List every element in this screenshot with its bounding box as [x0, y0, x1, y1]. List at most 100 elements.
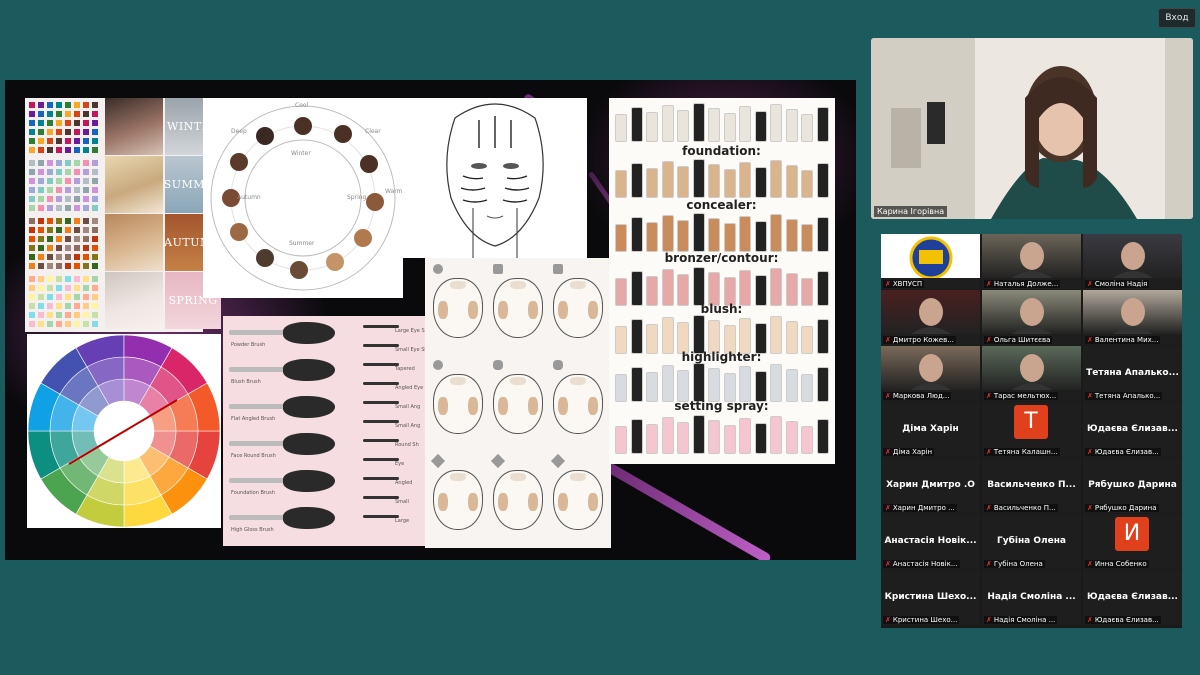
participant-tile[interactable]: Надія Смоліна ... ✗ Надія Смоліна ... — [982, 570, 1081, 625]
color-swatch — [83, 205, 89, 211]
enter-button[interactable]: Вход — [1158, 8, 1196, 28]
color-swatch — [83, 169, 89, 175]
brush — [363, 458, 399, 461]
participant-tile[interactable]: Т ✗ Тетяна Калашн... — [982, 402, 1081, 457]
product-item — [770, 214, 782, 252]
participant-tile[interactable]: Юдаєва Єлизав... ✗ Юдаєва Єлизав... — [1083, 570, 1182, 625]
product-item — [630, 367, 643, 402]
product-item — [785, 421, 798, 454]
color-swatch — [56, 236, 62, 242]
participant-tile[interactable]: ✗ Валентина Мих... — [1083, 290, 1182, 345]
product-item — [816, 107, 829, 142]
participant-tile[interactable]: Юдаєва Єлизав... ✗ Юдаєва Єлизав... — [1083, 402, 1182, 457]
participant-display-name: Юдаєва Єлизав... — [1087, 424, 1178, 434]
color-swatch — [47, 178, 53, 184]
participant-name-label: ✗ Рябушко Дарина — [1085, 504, 1159, 512]
color-swatch — [74, 321, 80, 327]
participant-tile[interactable]: Кристина Шехо... ✗ Кристина Шехо... — [881, 570, 980, 625]
section-label-concealer: concealer: — [686, 198, 757, 212]
presenter-video[interactable]: Карина Ігорівна — [871, 38, 1193, 219]
participant-tile[interactable]: ✗ Тарас мельтюх... — [982, 346, 1081, 401]
color-swatch — [74, 196, 80, 202]
product-item — [646, 168, 658, 198]
product-item — [661, 417, 674, 454]
product-item — [615, 374, 627, 402]
face-contour — [493, 278, 543, 338]
color-swatch — [83, 129, 89, 135]
product-item — [770, 160, 782, 198]
product-item — [692, 213, 705, 252]
color-swatch — [92, 196, 98, 202]
color-swatch — [65, 178, 71, 184]
organization-logo — [881, 234, 980, 280]
participant-tile[interactable]: Анастасія Новік... ✗ Анастасія Новік... — [881, 514, 980, 569]
brush — [363, 515, 399, 518]
participant-name: Дмитро Кожев... — [892, 336, 954, 344]
brush-head — [283, 470, 335, 492]
color-wheel-graphic — [27, 334, 221, 528]
product-item — [785, 165, 798, 198]
color-swatch — [83, 294, 89, 300]
product-item — [708, 218, 720, 252]
participant-tile[interactable]: ✗ Дмитро Кожев... — [881, 290, 980, 345]
participant-video — [982, 290, 1081, 334]
season-wheel-panel: Cool Winter Warm Spring Summer Autumn De… — [203, 98, 403, 298]
participant-tile[interactable]: Губіна Олена ✗ Губіна Олена — [982, 514, 1081, 569]
participant-tile[interactable]: ✗ Ольга Шитєєва — [982, 290, 1081, 345]
color-swatch — [47, 276, 53, 282]
participant-tile[interactable]: ✗ Маркова Люд... — [881, 346, 980, 401]
color-swatch — [92, 276, 98, 282]
participant-tile[interactable]: ✗ Наталья Долже... — [982, 234, 1081, 289]
presenter-photo — [871, 38, 1193, 219]
color-swatch — [65, 111, 71, 117]
color-swatch — [29, 294, 35, 300]
product-item — [739, 270, 751, 306]
muted-mic-icon: ✗ — [885, 336, 891, 344]
color-swatch — [38, 178, 44, 184]
color-swatch — [74, 120, 80, 126]
participant-name-label: ✗ Смоліна Надія — [1085, 280, 1150, 288]
color-swatch — [47, 254, 53, 260]
participant-tile[interactable]: Харин Дмитро .О ✗ Харин Дмитро ... — [881, 458, 980, 513]
participant-name: Тетяна Калашн... — [993, 448, 1058, 456]
section-label-highlighter: highlighter: — [681, 350, 762, 364]
participant-name: Тетяна Апалько... — [1094, 392, 1161, 400]
product-item — [708, 272, 720, 306]
color-swatch — [65, 218, 71, 224]
wheel-label: Winter — [291, 150, 311, 157]
participant-tile[interactable]: Тетяна Апалько... ✗ Тетяна Апалько... — [1083, 346, 1182, 401]
product-item — [661, 317, 674, 354]
product-item — [739, 162, 751, 198]
participant-name-label: ✗ ХВПУСП — [883, 280, 925, 288]
color-swatch — [29, 178, 35, 184]
color-swatch — [29, 138, 35, 144]
product-item — [754, 423, 767, 454]
muted-mic-icon: ✗ — [1087, 560, 1093, 568]
color-swatch — [29, 187, 35, 193]
participant-name: ХВПУСП — [892, 280, 923, 288]
brush-head — [283, 507, 335, 529]
color-swatch — [56, 303, 62, 309]
color-swatch — [47, 303, 53, 309]
season-photo — [105, 214, 163, 271]
participant-tile[interactable]: ✗ ХВПУСП — [881, 234, 980, 289]
participant-tile[interactable]: Діма Харін ✗ Діма Харін — [881, 402, 980, 457]
face-contour — [433, 278, 483, 338]
brush-head — [283, 322, 335, 344]
participant-tile[interactable]: Васильченко П... ✗ Васильченко П... — [982, 458, 1081, 513]
participant-tile[interactable]: И ✗ Инна Собенко — [1083, 514, 1182, 569]
participant-tile[interactable]: Рябушко Дарина ✗ Рябушко Дарина — [1083, 458, 1182, 513]
avatar: И — [1115, 517, 1149, 551]
color-swatch — [38, 138, 44, 144]
participant-tile[interactable]: ✗ Смоліна Надія — [1083, 234, 1182, 289]
color-swatch — [38, 285, 44, 291]
color-swatch — [56, 178, 62, 184]
color-swatch — [29, 285, 35, 291]
product-item — [770, 364, 782, 402]
color-swatch — [47, 205, 53, 211]
color-swatch — [92, 227, 98, 233]
color-swatch — [83, 303, 89, 309]
face-contour — [553, 278, 603, 338]
brush-head — [283, 433, 335, 455]
face-massage-graphic — [446, 103, 544, 258]
